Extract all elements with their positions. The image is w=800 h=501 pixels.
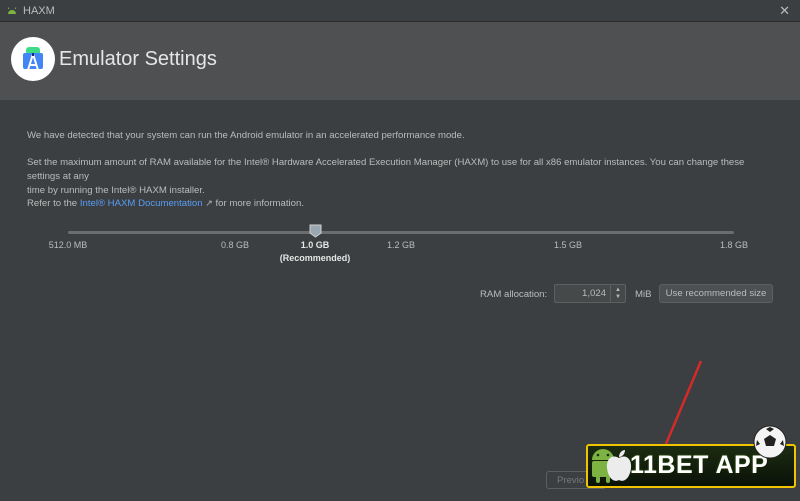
- ram-unit-label: MiB: [635, 289, 652, 300]
- android-studio-logo-icon: [11, 37, 55, 81]
- refer-prefix: Refer to the: [27, 198, 78, 209]
- ram-description: Set the maximum amount of RAM available …: [27, 156, 767, 198]
- recommended-label: (Recommended): [279, 253, 351, 263]
- ram-allocation-spinner[interactable]: 1,024 ▲ ▼: [554, 284, 626, 303]
- promo-banner-text: 11BET APP: [630, 451, 769, 479]
- ram-allocation-label: RAM allocation:: [480, 289, 548, 300]
- refer-text: Refer to the Intel® HAXM Documentation ↗…: [27, 196, 767, 211]
- ram-allocation-value[interactable]: 1,024: [555, 288, 610, 299]
- ram-slider-thumb[interactable]: [309, 224, 322, 238]
- spinner-arrows-icon[interactable]: ▲ ▼: [610, 285, 625, 302]
- window-titlebar: HAXM ✕: [0, 0, 800, 22]
- haxm-documentation-link[interactable]: Intel® HAXM Documentation: [80, 198, 203, 209]
- refer-suffix: for more information.: [215, 198, 304, 209]
- external-link-icon: ↗: [205, 198, 213, 208]
- slider-tick-label: 0.8 GB: [220, 240, 250, 250]
- close-icon[interactable]: ✕: [779, 3, 790, 19]
- slider-tick-label: 1.2 GB: [386, 240, 416, 250]
- use-recommended-size-button[interactable]: Use recommended size: [659, 284, 773, 303]
- ram-description-line1: Set the maximum amount of RAM available …: [27, 157, 745, 182]
- slider-tick-label: 512.0 MB: [48, 240, 88, 250]
- slider-tick-label-selected: 1.0 GB: [300, 240, 330, 250]
- android-icon: [7, 6, 17, 14]
- wizard-header: Emulator Settings: [0, 22, 800, 100]
- ram-description-line2: time by running the Intel® HAXM installe…: [27, 185, 205, 196]
- page-title: Emulator Settings: [59, 48, 217, 70]
- apple-logo-icon: [606, 450, 632, 481]
- slider-tick-label: 1.5 GB: [553, 240, 583, 250]
- ram-slider-track[interactable]: [68, 231, 734, 234]
- soccer-ball-icon: [753, 425, 787, 459]
- slider-tick-label: 1.8 GB: [719, 240, 749, 250]
- detected-text: We have detected that your system can ru…: [27, 130, 465, 141]
- settings-content: We have detected that your system can ru…: [0, 100, 800, 501]
- window-title: HAXM: [23, 4, 55, 17]
